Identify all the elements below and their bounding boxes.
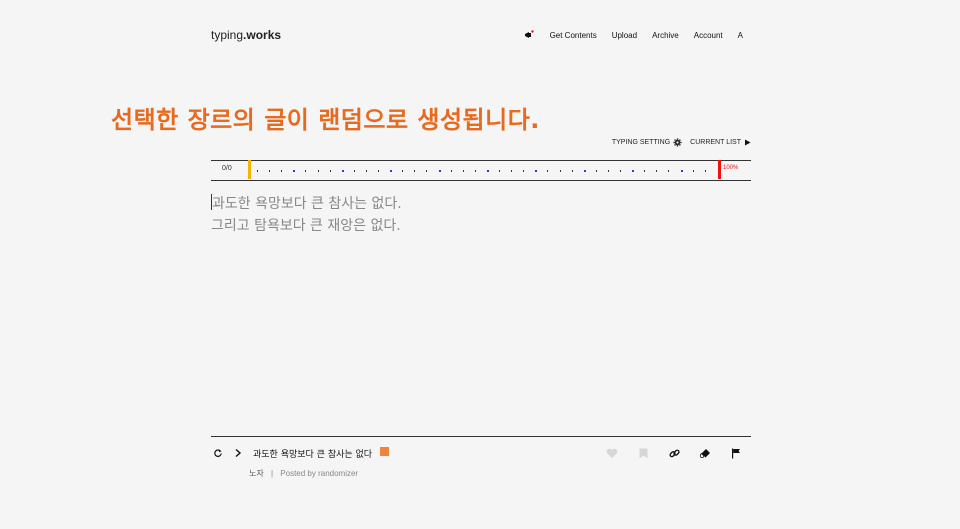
- typing-line-2: 그리고 탐욕보다 큰 재앙은 없다.: [211, 218, 401, 234]
- progress-tick: [656, 170, 658, 172]
- progress-tick: [329, 170, 331, 172]
- settings-row: TYPING SETTING CURRENT LIST: [211, 138, 751, 150]
- banner-caption: 선택한 장르의 글이 랜덤으로 생성됩니다.: [111, 106, 540, 134]
- eraser-icon[interactable]: [698, 446, 712, 460]
- progress-tick: [269, 170, 271, 172]
- footer-bar: 과도한 욕망보다 큰 참사는 없다 노자 | Posted by randomi…: [211, 446, 751, 486]
- content-meta: 노자 | Posted by randomizer: [249, 468, 358, 479]
- nav-get-contents[interactable]: Get Contents: [550, 31, 597, 40]
- refresh-icon[interactable]: [211, 446, 225, 460]
- typing-line-1: 과도한 욕망보다 큰 참사는 없다.: [211, 193, 751, 215]
- progress-tick: [317, 170, 319, 172]
- progress-tick: [692, 170, 694, 172]
- logo[interactable]: typing.works: [211, 28, 281, 42]
- play-icon: [745, 139, 751, 146]
- bookmark-icon[interactable]: [636, 446, 650, 460]
- nav-upload[interactable]: Upload: [612, 31, 637, 40]
- nav-account[interactable]: Account: [694, 31, 723, 40]
- progress-tick: [499, 170, 500, 172]
- progress-tick: [632, 169, 635, 172]
- progress-tick: [353, 170, 355, 172]
- progress-tick: [486, 169, 489, 172]
- progress-tick: [402, 170, 404, 172]
- progress-tick: [257, 170, 258, 172]
- flag-icon[interactable]: [729, 446, 743, 460]
- progress-tick: [450, 170, 452, 172]
- progress-tick: [414, 170, 416, 172]
- progress-tick: [365, 170, 367, 172]
- progress-tick: [293, 169, 296, 172]
- progress-bar: 0/0 100%: [211, 160, 751, 181]
- posted-by: Posted by randomizer: [280, 469, 359, 478]
- progress-tick: [523, 170, 525, 172]
- heart-icon[interactable]: [605, 446, 619, 460]
- header: typing.works Get Contents Upload Archive…: [211, 0, 751, 70]
- progress-end-marker: [718, 160, 721, 179]
- progress-tick: [547, 170, 549, 172]
- top-nav: Get Contents Upload Archive Account A: [523, 29, 743, 41]
- link-icon[interactable]: [667, 446, 681, 460]
- progress-tick: [704, 170, 706, 172]
- progress-tick: [583, 169, 586, 172]
- progress-tick: [474, 170, 476, 172]
- progress-tick: [595, 170, 597, 172]
- chevron-right-icon[interactable]: [231, 446, 245, 460]
- typing-text-area[interactable]: 과도한 욕망보다 큰 참사는 없다. 그리고 탐욕보다 큰 재앙은 없다.: [211, 193, 751, 237]
- logo-text-bold: .works: [243, 28, 282, 42]
- logo-text: typing: [211, 28, 244, 42]
- typing-setting-button[interactable]: TYPING SETTING: [612, 138, 682, 147]
- progress-tick: [620, 170, 621, 172]
- current-list-button[interactable]: CURRENT LIST: [690, 139, 751, 146]
- progress-start-marker: [248, 160, 251, 179]
- author-name: 노자: [249, 469, 264, 478]
- progress-tick: [668, 170, 670, 172]
- progress-count: 0/0: [222, 165, 232, 172]
- progress-tick: [644, 170, 646, 172]
- progress-tick: [571, 170, 573, 172]
- current-list-label: CURRENT LIST: [690, 139, 741, 146]
- progress-tick: [511, 170, 513, 172]
- progress-tick: [559, 170, 561, 172]
- content-title: 과도한 욕망보다 큰 참사는 없다: [253, 449, 373, 460]
- progress-percent: 100%: [723, 165, 739, 171]
- progress-ticks: [253, 169, 713, 172]
- gear-icon: [673, 138, 682, 147]
- progress-tick: [535, 169, 538, 172]
- meta-separator: |: [270, 469, 274, 478]
- typing-line-1-text: 과도한 욕망보다 큰 참사는 없다.: [212, 196, 402, 212]
- progress-tick: [305, 170, 307, 172]
- nav-archive[interactable]: Archive: [652, 31, 679, 40]
- progress-tick: [378, 170, 379, 172]
- language-toggle[interactable]: A: [738, 31, 743, 40]
- progress-tick: [390, 169, 393, 172]
- typing-setting-label: TYPING SETTING: [611, 139, 671, 146]
- progress-tick: [281, 170, 283, 172]
- progress-tick: [426, 170, 428, 172]
- footer-divider: [211, 436, 751, 437]
- external-link-icon[interactable]: [380, 446, 390, 456]
- progress-tick: [462, 170, 464, 172]
- progress-tick: [680, 169, 683, 172]
- megaphone-icon[interactable]: [523, 29, 535, 41]
- progress-tick: [438, 169, 441, 172]
- progress-tick: [607, 170, 609, 172]
- progress-tick: [341, 169, 344, 172]
